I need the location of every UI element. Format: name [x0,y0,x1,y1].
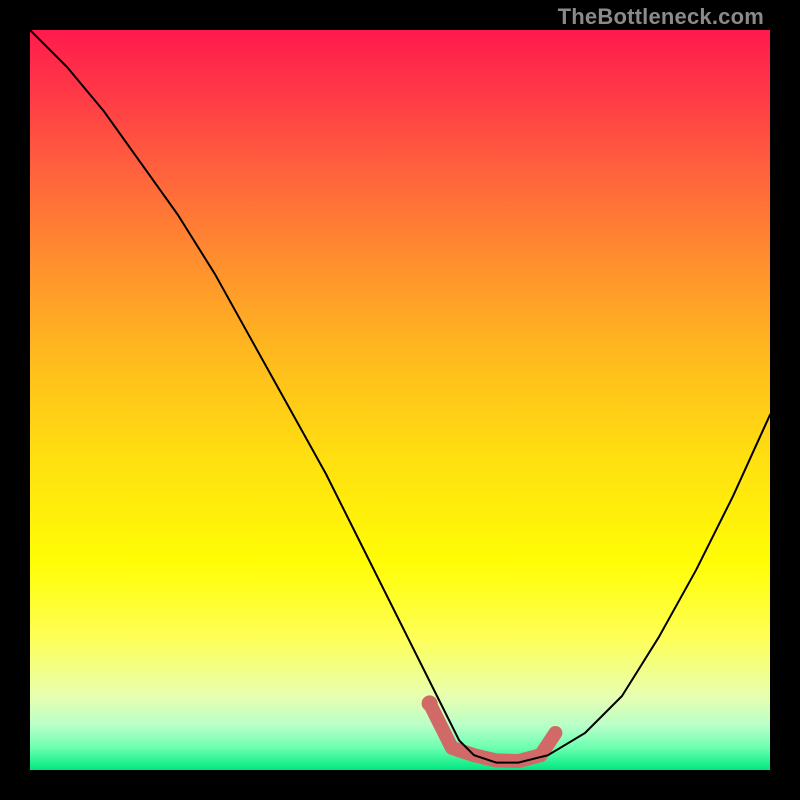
optimal-zone-dot [422,695,438,711]
watermark-text: TheBottleneck.com [558,4,764,30]
chart-plot-area [30,30,770,770]
optimal-zone-highlight [430,703,556,761]
chart-svg [30,30,770,770]
bottleneck-curve-line [30,30,770,763]
